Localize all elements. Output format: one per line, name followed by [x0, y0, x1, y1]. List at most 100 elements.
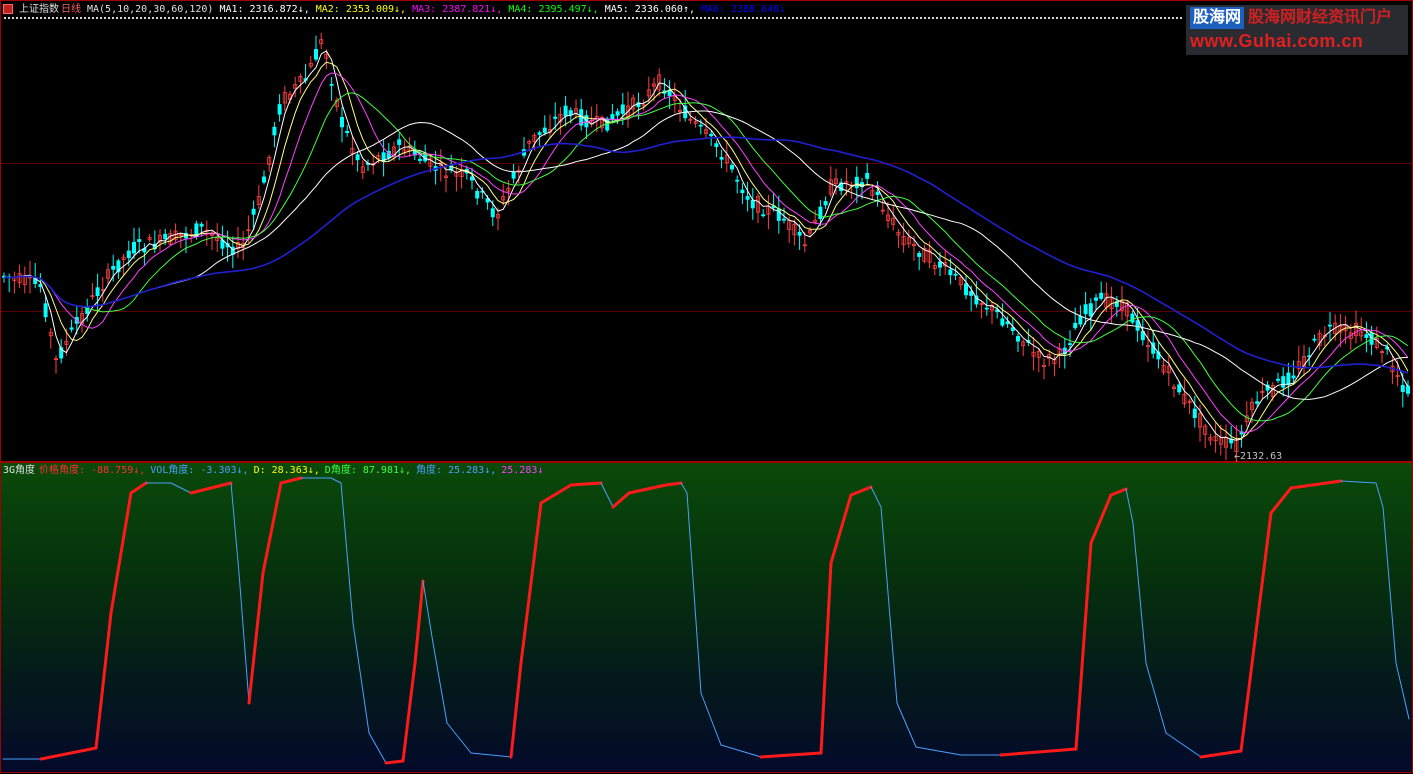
- angle-line-segment: [1239, 511, 1273, 753]
- low-price-label: ←2132.63: [1234, 451, 1283, 462]
- candle: [319, 32, 324, 50]
- candle: [719, 149, 724, 169]
- candle: [584, 110, 589, 140]
- angle-line-segment: [829, 493, 853, 565]
- candle: [355, 150, 360, 172]
- candle: [849, 181, 854, 199]
- candle: [828, 166, 833, 198]
- candle: [106, 263, 111, 286]
- watermark[interactable]: 股海网 股海网财经资讯门户 www.Guhai.com.cn: [1186, 5, 1408, 55]
- candle: [1406, 380, 1411, 397]
- angle-line-segment: [1074, 541, 1093, 751]
- candle: [1146, 330, 1151, 362]
- candle: [1281, 367, 1286, 397]
- angle-line-segment: [209, 481, 233, 490]
- candle: [1364, 321, 1369, 353]
- angle-line-segment: [700, 692, 722, 746]
- angle-line-segment: [1375, 482, 1384, 508]
- candle: [548, 114, 553, 138]
- angle-indicator-chart: [2, 476, 1410, 765]
- angle-line-segment: [1199, 749, 1243, 759]
- angle-line-segment: [686, 492, 702, 694]
- candle: [173, 223, 178, 244]
- candle: [454, 165, 459, 192]
- candle: [693, 116, 698, 128]
- candle: [891, 204, 896, 231]
- candle: [59, 339, 64, 364]
- moving-average-line: [3, 110, 1409, 400]
- angle-line-segment: [819, 561, 833, 755]
- candle: [1213, 422, 1218, 453]
- candle: [1156, 342, 1161, 369]
- candle: [1026, 328, 1031, 347]
- candle: [964, 275, 969, 300]
- candle: [766, 194, 771, 230]
- angle-line-segment: [1382, 506, 1397, 664]
- candle: [80, 305, 85, 333]
- candle: [823, 196, 828, 209]
- price-chart-panel[interactable]: 上证指数 日线 MA(5,10,20,30,60,120) MA1: 2316.872…: [0, 0, 1413, 463]
- candle: [1302, 344, 1307, 377]
- candle: [350, 135, 355, 166]
- candle: [943, 249, 948, 275]
- candle: [54, 355, 59, 374]
- candle: [1182, 379, 1187, 408]
- candle: [995, 304, 1000, 319]
- angle-line-segment: [330, 477, 342, 484]
- candle: [147, 234, 152, 242]
- moving-average-line: [3, 136, 1409, 374]
- candle: [90, 283, 95, 300]
- angle-line-segment: [129, 481, 148, 495]
- candle: [761, 209, 766, 218]
- angle-line-segment: [1125, 488, 1134, 524]
- angle-line-segment: [261, 481, 283, 575]
- candle: [7, 273, 12, 293]
- candle: [1130, 310, 1135, 325]
- angle-line-segment: [600, 482, 614, 508]
- angle-line-segment: [413, 579, 425, 665]
- candle: [282, 85, 287, 111]
- candle: [1224, 424, 1229, 461]
- candle: [1380, 349, 1385, 364]
- candle: [662, 78, 667, 99]
- angle-line-segment: [611, 491, 631, 509]
- angle-line-segment: [422, 580, 434, 644]
- candle: [131, 227, 136, 259]
- candle: [579, 98, 584, 131]
- candle: [917, 250, 922, 271]
- candle: [313, 35, 318, 62]
- angle-line-segment: [1089, 493, 1113, 545]
- angle-line-segment: [1132, 522, 1147, 664]
- candle: [1016, 333, 1021, 352]
- watermark-url[interactable]: www.Guhai.com.cn: [1190, 31, 1363, 52]
- candle: [1317, 329, 1322, 351]
- candle: [896, 228, 901, 248]
- angle-line-segment: [352, 622, 370, 734]
- angle-line-segment: [1145, 662, 1167, 734]
- candle: [1218, 425, 1223, 456]
- candle: [365, 159, 370, 172]
- angle-line-segment: [1109, 487, 1128, 497]
- candle: [360, 160, 365, 180]
- angle-line-segment: [446, 722, 472, 754]
- angle-line-segment: [340, 482, 354, 624]
- angle-line-segment: [915, 746, 962, 756]
- candlestick-chart: [1, 32, 1411, 463]
- angle-line-segment: [627, 483, 668, 495]
- candle: [1166, 355, 1171, 387]
- candle: [979, 300, 984, 319]
- candle: [1244, 401, 1249, 428]
- candle: [48, 328, 53, 349]
- candle: [293, 76, 298, 98]
- candle: [1312, 334, 1317, 343]
- candle: [12, 271, 17, 294]
- indicator-panel[interactable]: 3G角度 价格角度: -88.759↓, VOL角度: -3.303↓, D: 28.…: [0, 462, 1413, 773]
- candle: [745, 181, 750, 212]
- candle: [1192, 395, 1197, 428]
- candle: [1276, 372, 1281, 384]
- candle: [672, 82, 677, 113]
- candle: [33, 263, 38, 289]
- angle-line-segment: [896, 702, 917, 748]
- angle-line-segment: [1395, 662, 1410, 720]
- angle-line-segment: [509, 661, 523, 759]
